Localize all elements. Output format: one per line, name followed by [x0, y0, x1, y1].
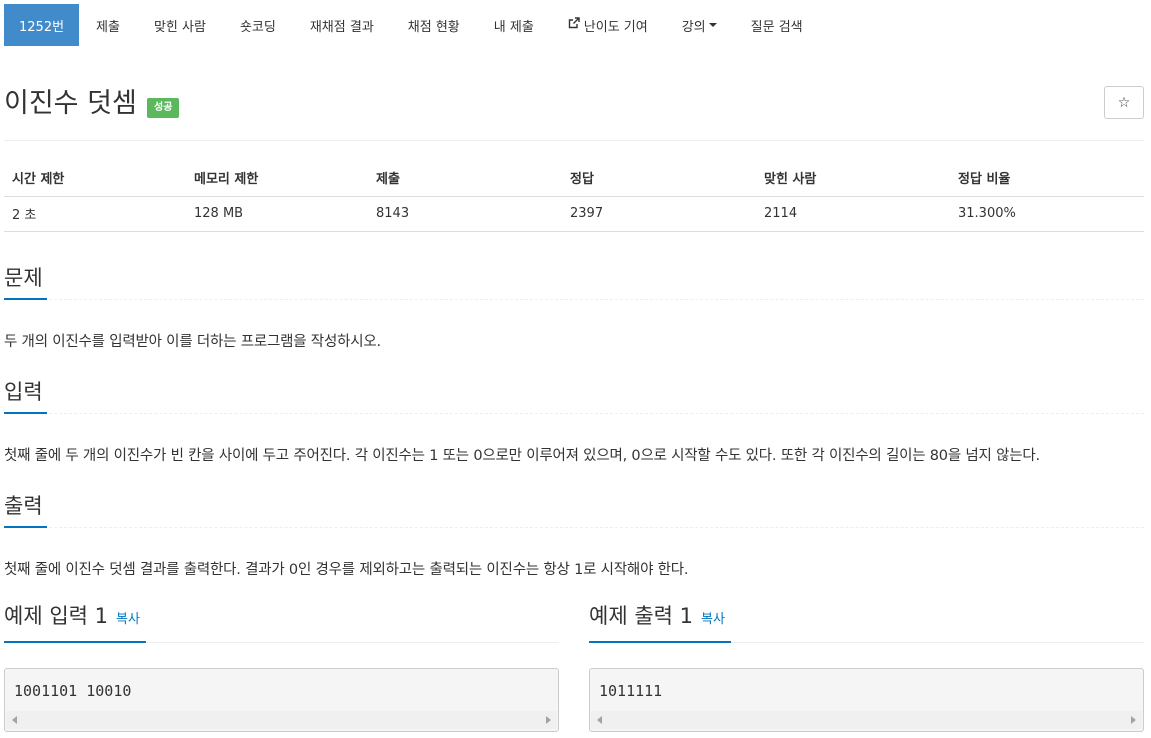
- nav-label: 난이도 기여: [583, 19, 648, 35]
- solved-users-value: 2114: [756, 196, 950, 232]
- memory-limit-value: 128 MB: [186, 196, 368, 232]
- sample-output-header: 예제 출력 1 복사: [589, 601, 1144, 643]
- sample-output-title: 예제 출력 1 복사: [589, 598, 731, 643]
- nav-label: 1252번: [19, 19, 65, 35]
- section-heading: 문제: [4, 260, 47, 300]
- input-description: 첫째 줄에 두 개의 이진수가 빈 칸을 사이에 두고 주어진다. 각 이진수는…: [4, 448, 1040, 464]
- problem-info-table: 시간 제한 메모리 제한 제출 정답 맞힌 사람 정답 비율 2 초 128 M…: [4, 160, 1144, 232]
- title-divider: [4, 140, 1144, 141]
- sample-output-heading: 예제 출력 1: [589, 604, 693, 628]
- nav-judge-status[interactable]: 채점 현황: [391, 4, 477, 46]
- problem-title-row: 이진수 덧셈 성공 ☆: [4, 84, 1144, 124]
- nav-lecture-dropdown[interactable]: 강의: [665, 4, 734, 46]
- copy-sample-output-button[interactable]: 복사: [701, 612, 725, 627]
- header-accepted: 정답: [562, 160, 756, 197]
- problem-nav: 1252번 제출 맞힌 사람 숏코딩 재채점 결과 채점 현황 내 제출 난이도…: [0, 0, 1151, 50]
- header-submissions: 제출: [368, 160, 562, 197]
- nav-difficulty-contribution[interactable]: 난이도 기여: [551, 4, 665, 46]
- nav-rejudge-results[interactable]: 재채점 결과: [293, 4, 391, 46]
- nav-label: 내 제출: [493, 19, 534, 35]
- external-link-icon: [568, 17, 581, 33]
- header-time-limit: 시간 제한: [4, 160, 186, 197]
- sample-input-title: 예제 입력 1 복사: [4, 598, 146, 643]
- nav-label: 맞힌 사람: [153, 19, 206, 35]
- section-heading: 입력: [4, 374, 47, 414]
- nav-question-search[interactable]: 질문 검색: [734, 4, 820, 46]
- nav-label: 재채점 결과: [309, 19, 374, 35]
- input-section-header: 입력: [4, 374, 1144, 414]
- sample-input-heading: 예제 입력 1: [4, 604, 108, 628]
- caret-down-icon: [708, 23, 717, 27]
- scroll-right-icon[interactable]: [546, 716, 551, 724]
- accepted-value: 2397: [562, 196, 756, 232]
- table-row: 2 초 128 MB 8143 2397 2114 31.300%: [4, 196, 1144, 232]
- status-badge: 성공: [147, 98, 180, 118]
- table-header-row: 시간 제한 메모리 제한 제출 정답 맞힌 사람 정답 비율: [4, 160, 1144, 197]
- sample-input-text: 1001101 10010: [14, 682, 132, 700]
- sample-input-box: 1001101 10010: [4, 668, 559, 732]
- output-section-header: 출력: [4, 488, 1144, 528]
- nav-label: 질문 검색: [750, 19, 803, 35]
- header-accept-ratio: 정답 비율: [950, 160, 1144, 197]
- problem-title: 이진수 덧셈: [4, 88, 137, 119]
- section-heading: 출력: [4, 488, 47, 528]
- horizontal-scrollbar[interactable]: [6, 711, 557, 729]
- output-description: 첫째 줄에 이진수 덧셈 결과를 출력한다. 결과가 0인 경우를 제외하고는 …: [4, 562, 689, 578]
- header-memory-limit: 메모리 제한: [186, 160, 368, 197]
- sample-output-text: 1011111: [599, 682, 663, 700]
- time-limit-value: 2 초: [4, 196, 186, 232]
- nav-problem-number[interactable]: 1252번: [4, 4, 80, 46]
- nav-label: 채점 현황: [407, 19, 460, 35]
- accept-ratio-value: 31.300%: [950, 196, 1144, 232]
- problem-description: 두 개의 이진수를 입력받아 이를 더하는 프로그램을 작성하시오.: [4, 334, 381, 350]
- scroll-left-icon[interactable]: [12, 716, 17, 724]
- sample-input-header: 예제 입력 1 복사: [4, 601, 559, 643]
- star-outline-icon: ☆: [1117, 94, 1131, 111]
- scroll-right-icon[interactable]: [1131, 716, 1136, 724]
- problem-section-header: 문제: [4, 260, 1144, 300]
- nav-my-submissions[interactable]: 내 제출: [477, 4, 551, 46]
- submissions-value: 8143: [368, 196, 562, 232]
- header-solved-users: 맞힌 사람: [756, 160, 950, 197]
- nav-submit[interactable]: 제출: [79, 4, 137, 46]
- nav-label: 제출: [96, 19, 120, 35]
- favorite-star-button[interactable]: ☆: [1104, 86, 1144, 119]
- nav-label: 숏코딩: [239, 19, 276, 35]
- nav-short-coding[interactable]: 숏코딩: [223, 4, 293, 46]
- copy-sample-input-button[interactable]: 복사: [116, 612, 140, 627]
- scroll-left-icon[interactable]: [597, 716, 602, 724]
- horizontal-scrollbar[interactable]: [591, 711, 1142, 729]
- problem-page: 1252번 제출 맞힌 사람 숏코딩 재채점 결과 채점 현황 내 제출 난이도…: [0, 0, 1151, 738]
- nav-label: 강의: [681, 19, 706, 35]
- nav-solved-users[interactable]: 맞힌 사람: [137, 4, 223, 46]
- sample-output-box: 1011111: [589, 668, 1144, 732]
